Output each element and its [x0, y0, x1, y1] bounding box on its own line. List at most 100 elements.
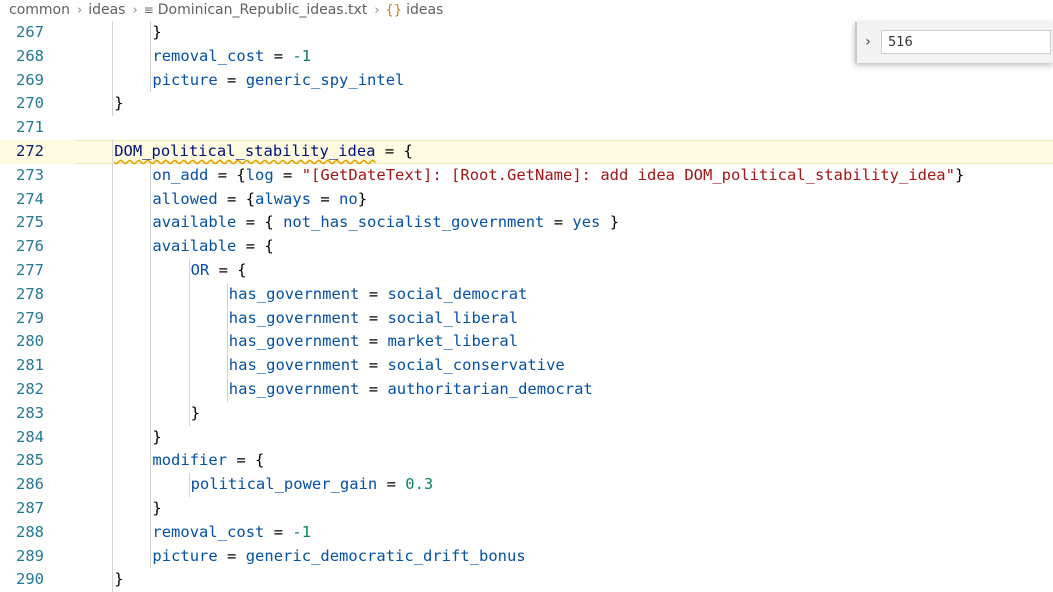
- indent-guide: [150, 211, 152, 236]
- indent-guide: [150, 258, 152, 283]
- code-line[interactable]: 285 modifier = {: [0, 449, 1053, 474]
- indent-guide: [226, 306, 228, 331]
- code-text: modifier = {: [152, 451, 265, 470]
- indent-guide: [150, 68, 152, 93]
- indent-guide: [112, 401, 114, 426]
- line-number: 273: [16, 165, 44, 184]
- find-input[interactable]: [881, 30, 1051, 54]
- line-number: 271: [16, 118, 44, 137]
- indent-guide: [112, 425, 114, 450]
- indent-guide: [188, 354, 190, 378]
- indent-guide: [112, 282, 114, 307]
- indent-guide: [188, 306, 190, 331]
- find-widget: ›: [855, 22, 1053, 63]
- line-number: 290: [16, 570, 44, 589]
- indent-guide: [150, 330, 152, 355]
- code-text: }: [114, 570, 124, 589]
- line-number: 282: [16, 379, 44, 398]
- code-line[interactable]: 269 picture = generic_spy_intel: [0, 68, 1053, 93]
- code-line[interactable]: 278 has_government = social_democrat: [0, 282, 1053, 307]
- code-line[interactable]: 270}: [0, 92, 1053, 117]
- indent-guide: [150, 354, 152, 378]
- code-text: }: [152, 498, 162, 517]
- code-line[interactable]: 276 available = {: [0, 235, 1053, 259]
- line-number: 274: [16, 189, 44, 208]
- breadcrumb-item-ideas-folder[interactable]: ideas: [88, 2, 125, 18]
- code-text: available = { not_has_socialist_governme…: [152, 213, 620, 232]
- indent-guide: [150, 401, 152, 426]
- indent-guide: [112, 568, 114, 592]
- code-editor[interactable]: 267} 268 removal_cost = -1 269 picture = gen…: [0, 21, 1053, 592]
- indent-guide: [112, 520, 114, 545]
- line-number: 280: [16, 332, 44, 351]
- indent-guide: [150, 282, 152, 307]
- code-line[interactable]: 283}: [0, 401, 1053, 426]
- code-line[interactable]: 282 has_government = authoritarian_democr…: [0, 377, 1053, 402]
- indent-guide: [112, 377, 114, 402]
- line-number: 275: [16, 213, 44, 232]
- breadcrumb-item-common[interactable]: common: [9, 2, 70, 18]
- code-line[interactable]: 288 removal_cost = -1: [0, 520, 1053, 545]
- code-text: picture = generic_spy_intel: [152, 70, 405, 89]
- indent-guide: [112, 187, 114, 212]
- code-line[interactable]: 286 political_power_gain = 0.3: [0, 473, 1053, 497]
- indent-guide: [226, 354, 228, 378]
- code-text: DOM_political_stability_idea = {: [114, 141, 413, 160]
- code-text: }: [152, 427, 162, 446]
- indent-guide: [150, 21, 152, 45]
- code-text: has_government = social_democrat: [228, 284, 528, 303]
- code-line[interactable]: 279 has_government = social_liberal: [0, 306, 1053, 331]
- code-line[interactable]: 273 on_add = {log = "[GetDateText]: [Root…: [0, 163, 1053, 188]
- line-number: 278: [16, 284, 44, 303]
- code-line[interactable]: 277 OR = {: [0, 258, 1053, 283]
- indent-guide: [150, 187, 152, 212]
- code-text: on_add = {log = "[GetDateText]: [Root.Ge…: [152, 165, 965, 184]
- code-line[interactable]: 275 available = { not_has_socialist_gover…: [0, 211, 1053, 236]
- indent-guide: [112, 330, 114, 355]
- indent-guide: [188, 258, 190, 283]
- code-line[interactable]: 272 DOM_political_stability_idea = {: [0, 139, 1053, 164]
- code-text: OR = {: [190, 260, 247, 279]
- code-line[interactable]: 274 allowed = {always = no}: [0, 187, 1053, 212]
- indent-guide: [226, 282, 228, 307]
- code-text: removal_cost = -1: [152, 46, 312, 65]
- code-line[interactable]: 271: [0, 116, 1053, 140]
- code-line[interactable]: 289 picture = generic_democratic_drift_bo…: [0, 544, 1053, 569]
- indent-guide: [150, 496, 152, 521]
- line-number: 286: [16, 475, 44, 494]
- line-number: 272: [16, 141, 44, 160]
- indent-guide: [112, 139, 114, 164]
- code-text: removal_cost = -1: [152, 522, 312, 541]
- chevron-right-icon: ›: [374, 2, 380, 18]
- line-number: 270: [16, 94, 44, 113]
- line-number: 268: [16, 46, 44, 65]
- code-text: }: [152, 23, 162, 41]
- chevron-right-icon[interactable]: ›: [860, 33, 876, 51]
- code-line[interactable]: 280 has_government = market_liberal: [0, 330, 1053, 355]
- code-text: }: [114, 94, 124, 113]
- line-number: 287: [16, 498, 44, 517]
- indent-guide: [112, 473, 114, 497]
- line-number: 276: [16, 237, 44, 256]
- code-line[interactable]: 281 has_government = social_conservative: [0, 354, 1053, 378]
- indent-guide: [150, 425, 152, 450]
- line-number: 289: [16, 546, 44, 565]
- indent-guide: [112, 496, 114, 521]
- indent-guide: [112, 68, 114, 93]
- code-line[interactable]: 287}: [0, 496, 1053, 521]
- chevron-right-icon: ›: [132, 2, 138, 18]
- indent-guide: [112, 44, 114, 69]
- indent-guide: [150, 377, 152, 402]
- line-number: 279: [16, 308, 44, 327]
- indent-guide: [188, 401, 190, 426]
- file-text-icon: ≡: [143, 3, 154, 17]
- indent-guide: [188, 377, 190, 402]
- code-line[interactable]: 284}: [0, 425, 1053, 450]
- indent-guide: [150, 163, 152, 188]
- indent-guide: [112, 354, 114, 378]
- breadcrumb-item-file[interactable]: Dominican_Republic_ideas.txt: [158, 2, 368, 18]
- line-number: 283: [16, 403, 44, 422]
- chevron-right-icon: ›: [76, 2, 83, 18]
- code-line[interactable]: 290}: [0, 568, 1053, 592]
- breadcrumb-item-symbol-ideas[interactable]: ideas: [406, 2, 443, 18]
